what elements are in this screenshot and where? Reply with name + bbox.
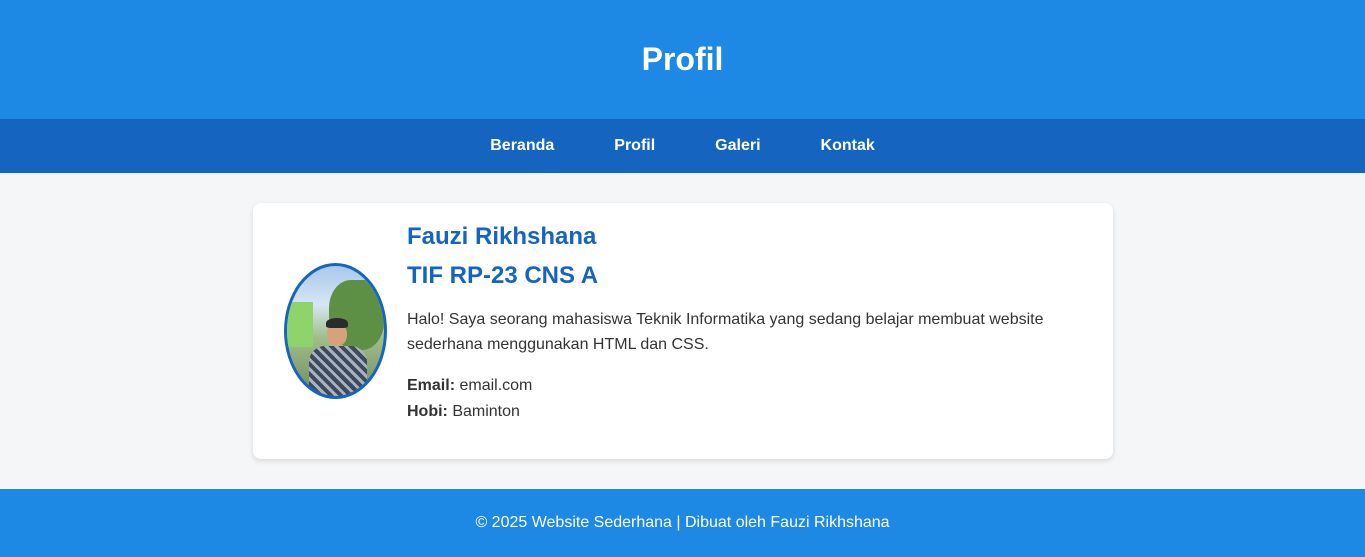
profile-info: Fauzi Rikhshana TIF RP-23 CNS A Halo! Sa… — [407, 223, 1067, 425]
photo-person-hair — [326, 318, 348, 328]
site-footer: © 2025 Website Sederhana | Dibuat oleh F… — [0, 489, 1365, 557]
profile-description: Halo! Saya seorang mahasiswa Teknik Info… — [407, 311, 1044, 353]
profile-card: Fauzi Rikhshana TIF RP-23 CNS A Halo! Sa… — [253, 203, 1113, 459]
main-content: Fauzi Rikhshana TIF RP-23 CNS A Halo! Sa… — [0, 173, 1365, 489]
main-nav: Beranda Profil Galeri Kontak — [0, 119, 1365, 173]
profile-photo — [284, 263, 387, 399]
footer-text: © 2025 Website Sederhana | Dibuat oleh F… — [475, 514, 890, 531]
photo-building — [287, 302, 313, 347]
profile-class: TIF RP-23 CNS A — [407, 262, 599, 289]
email-row: Email: email.com — [407, 373, 1067, 399]
nav-link-kontak[interactable]: Kontak — [821, 137, 875, 155]
nav-link-beranda[interactable]: Beranda — [490, 137, 554, 155]
photo-person-body — [309, 346, 367, 396]
email-value: email.com — [459, 377, 533, 394]
profile-name: Fauzi Rikhshana — [407, 223, 597, 250]
profile-meta: Email: email.com Hobi: Baminton — [407, 373, 1067, 425]
nav-link-profil[interactable]: Profil — [614, 137, 655, 155]
hobby-label: Hobi: — [407, 403, 448, 420]
page-title: Profil — [641, 41, 724, 77]
hobby-value: Baminton — [452, 403, 520, 420]
nav-link-galeri[interactable]: Galeri — [715, 137, 760, 155]
hobby-row: Hobi: Baminton — [407, 399, 1067, 425]
email-label: Email: — [407, 377, 456, 394]
site-header: Profil — [0, 0, 1365, 119]
